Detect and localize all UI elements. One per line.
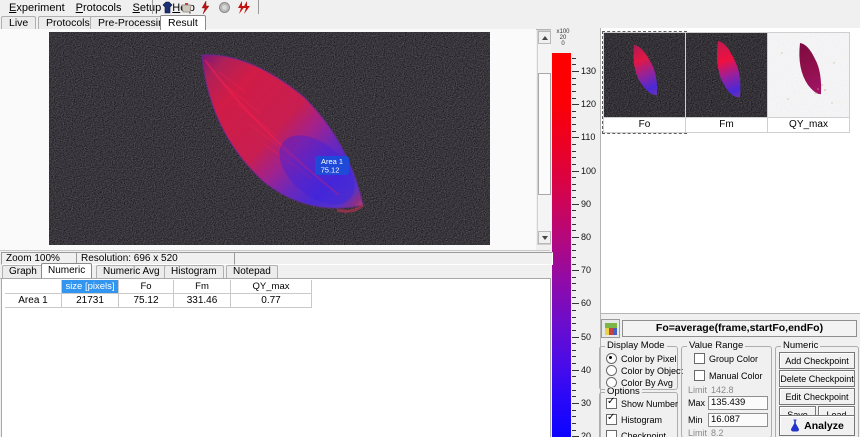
tab-notepad[interactable]: Notepad bbox=[226, 265, 278, 278]
arrow-up-icon bbox=[542, 36, 548, 40]
checkbox-icon: ✓ bbox=[606, 414, 617, 425]
colorbar-gradient bbox=[552, 53, 571, 437]
delete-checkpoint-button[interactable]: Delete Checkpoint bbox=[779, 370, 855, 387]
display-mode-title: Display Mode bbox=[605, 341, 667, 351]
menu-protocols[interactable]: Protocols bbox=[71, 1, 128, 15]
lut-icon bbox=[605, 323, 617, 335]
tab-protocols[interactable]: Protocols bbox=[38, 16, 98, 29]
table-cell-qymax[interactable]: 0.77 bbox=[231, 294, 312, 308]
checkbox-icon: ✓ bbox=[606, 398, 617, 409]
scroll-up-button[interactable] bbox=[538, 31, 551, 44]
tab-numeric[interactable]: Numeric bbox=[41, 263, 92, 278]
numeric-table: size [pixels] Fo Fm QY_max Area 1 21731 … bbox=[1, 278, 551, 437]
colorbar: x100 20 0 1301201101009080706050403020 bbox=[551, 28, 600, 437]
table-cell-fo[interactable]: 75.12 bbox=[119, 294, 174, 308]
table-header-qymax[interactable]: QY_max bbox=[231, 280, 312, 294]
tray-icon[interactable] bbox=[180, 1, 193, 14]
formula-bar[interactable]: Fo=average(frame,startFo,endFo) bbox=[622, 320, 857, 337]
add-checkpoint-button[interactable]: Add Checkpoint bbox=[779, 352, 855, 369]
checkbox-group-color[interactable]: ✓ Group Color bbox=[694, 353, 758, 364]
flask-icon bbox=[790, 419, 800, 432]
table-header-blank[interactable] bbox=[5, 280, 62, 294]
record-circle-icon[interactable] bbox=[218, 1, 231, 14]
thumbnail-qymax[interactable]: QY_max bbox=[767, 32, 850, 133]
menu-experiment[interactable]: Experiment bbox=[4, 1, 71, 15]
checkbox-show-number[interactable]: ✓ Show Number bbox=[606, 398, 678, 409]
image-vertical-scrollbar[interactable] bbox=[537, 30, 552, 245]
table-cell-size[interactable]: 21731 bbox=[62, 294, 119, 308]
table-header-fo[interactable]: Fo bbox=[119, 280, 174, 294]
shirt-icon[interactable] bbox=[161, 1, 174, 14]
lightning-icon[interactable] bbox=[199, 1, 212, 14]
colorbar-header: x100 20 0 bbox=[553, 29, 573, 47]
table-header-fm[interactable]: Fm bbox=[174, 280, 231, 294]
tab-live[interactable]: Live bbox=[1, 16, 36, 29]
tab-histogram[interactable]: Histogram bbox=[164, 265, 224, 278]
checkbox-icon: ✓ bbox=[694, 353, 705, 364]
radio-color-by-object[interactable]: Color by Object bbox=[606, 365, 683, 376]
thumbnail-qymax-label: QY_max bbox=[768, 117, 849, 132]
checkbox-icon: ✓ bbox=[694, 370, 705, 381]
thumbnail-fm-label: Fm bbox=[686, 117, 767, 132]
min-label: Min bbox=[688, 415, 703, 425]
max-label: Max bbox=[688, 398, 705, 408]
scrollbar-thumb[interactable] bbox=[538, 73, 551, 195]
tab-result[interactable]: Result bbox=[160, 15, 206, 30]
application-window: Experiment Protocols Setup Help Live Pro… bbox=[0, 0, 860, 437]
display-mode-group: Display Mode Color by Pixel Color by Obj… bbox=[599, 346, 678, 390]
radio-color-by-pixel[interactable]: Color by Pixel bbox=[606, 353, 677, 364]
radio-icon bbox=[606, 353, 617, 364]
options-group: Options ✓ Show Number ✓ Histogram ✓ Chec… bbox=[599, 392, 678, 437]
statusbar: Zoom 100% Resolution: 696 x 520 bbox=[0, 250, 550, 264]
result-tabstrip: Graph Numeric Numeric Avg Histogram Note… bbox=[0, 263, 550, 279]
menubar: Experiment Protocols Setup Help bbox=[0, 0, 860, 15]
scroll-down-button[interactable] bbox=[538, 231, 551, 244]
image-panel: Area 1 75.12 bbox=[0, 29, 536, 250]
tab-graph[interactable]: Graph bbox=[2, 265, 44, 278]
value-range-group: Value Range ✓ Group Color ✓ Manual Color… bbox=[681, 346, 772, 437]
thumbnail-fo[interactable]: Fo bbox=[603, 32, 686, 133]
checkbox-checkpoint[interactable]: ✓ Checkpoint bbox=[606, 430, 666, 437]
area-value-text: 75.12 bbox=[321, 166, 340, 175]
tab-numeric-avg[interactable]: Numeric Avg bbox=[96, 265, 167, 278]
max-input[interactable] bbox=[708, 396, 768, 410]
lut-palette-button[interactable] bbox=[601, 319, 620, 338]
table-cell-fm[interactable]: 331.46 bbox=[174, 294, 231, 308]
thumbnail-fm[interactable]: Fm bbox=[685, 32, 768, 133]
checkbox-manual-color[interactable]: ✓ Manual Color bbox=[694, 370, 763, 381]
table-cell-area[interactable]: Area 1 bbox=[5, 294, 62, 308]
thumbnail-fo-label: Fo bbox=[604, 117, 685, 132]
checkbox-histogram[interactable]: ✓ Histogram bbox=[606, 414, 662, 425]
checkbox-icon: ✓ bbox=[606, 430, 617, 437]
arrow-down-icon bbox=[542, 236, 548, 240]
edit-checkpoint-button[interactable]: Edit Checkpoint bbox=[779, 388, 855, 405]
limit-top-row: Limit142.8 bbox=[688, 385, 734, 395]
toolbar bbox=[152, 0, 259, 14]
radio-icon bbox=[606, 365, 617, 376]
analyze-button[interactable]: Analyze bbox=[779, 415, 855, 436]
min-input[interactable] bbox=[708, 413, 768, 427]
limit-bottom-row: Limit8.2 bbox=[688, 428, 724, 437]
double-lightning-icon[interactable] bbox=[237, 1, 250, 14]
area-overlay-label: Area 1 75.12 bbox=[315, 156, 349, 175]
value-range-title: Value Range bbox=[687, 341, 745, 351]
fluorescence-image-canvas[interactable]: Area 1 75.12 bbox=[49, 32, 490, 245]
table-header-size[interactable]: size [pixels] bbox=[62, 280, 119, 294]
numeric-title: Numeric bbox=[781, 341, 820, 351]
